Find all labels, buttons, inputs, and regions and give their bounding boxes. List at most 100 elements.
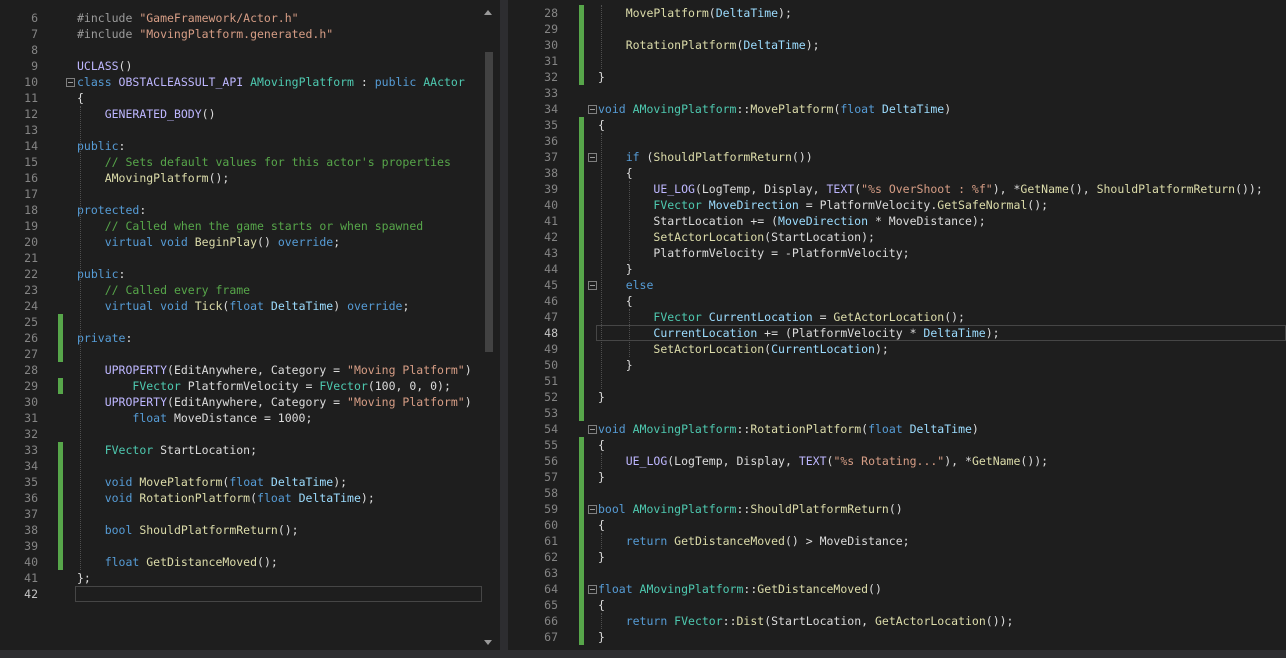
code-text[interactable]: class OBSTACLEASSULT_API AMovingPlatform… [77, 74, 465, 90]
code-text[interactable]: // Called when the game starts or when s… [77, 218, 424, 234]
code-line[interactable]: 11 { [0, 90, 482, 106]
code-line[interactable]: 7 #include "MovingPlatform.generated.h" [0, 26, 482, 42]
code-line[interactable]: 16 AMovingPlatform(); [0, 170, 482, 186]
code-line[interactable]: 22 public: [0, 266, 482, 282]
code-text[interactable]: // Called every frame [77, 282, 250, 298]
code-line[interactable]: 8 [0, 42, 482, 58]
code-line[interactable]: 42 [0, 586, 482, 602]
code-line[interactable]: 20 virtual void BeginPlay() override; [0, 234, 482, 250]
right-code-area[interactable]: 28 MovePlatform(DeltaTime); 29 30 Rotation… [508, 0, 1286, 650]
code-text[interactable]: MovePlatform(DeltaTime); [598, 5, 792, 21]
code-line[interactable]: 18 protected: [0, 202, 482, 218]
code-line[interactable]: 30 RotationPlatform(DeltaTime); [508, 37, 1286, 53]
code-line[interactable]: 65 { [508, 597, 1286, 613]
code-line[interactable]: 27 [0, 346, 482, 362]
code-line[interactable]: 19 // Called when the game starts or whe… [0, 218, 482, 234]
code-text[interactable]: void AMovingPlatform::MovePlatform(float… [598, 101, 951, 117]
code-text[interactable]: void MovePlatform(float DeltaTime); [77, 474, 347, 490]
code-line[interactable]: 37 if (ShouldPlatformReturn()) [508, 149, 1286, 165]
code-line[interactable]: 34 [0, 458, 482, 474]
code-line[interactable]: 55 { [508, 437, 1286, 453]
code-line[interactable]: 36 void RotationPlatform(float DeltaTime… [0, 490, 482, 506]
code-text[interactable]: PlatformVelocity = -PlatformVelocity; [598, 245, 909, 261]
code-line[interactable]: 42 SetActorLocation(StartLocation); [508, 229, 1286, 245]
code-line[interactable]: 62} [508, 549, 1286, 565]
code-line[interactable]: 34 void AMovingPlatform::MovePlatform(flo… [508, 101, 1286, 117]
code-line[interactable]: 38 bool ShouldPlatformReturn(); [0, 522, 482, 538]
code-line[interactable]: 57} [508, 469, 1286, 485]
code-line[interactable]: 40 FVector MoveDirection = PlatformVeloc… [508, 197, 1286, 213]
code-line[interactable]: 33 [508, 85, 1286, 101]
code-text[interactable]: UPROPERTY(EditAnywhere, Category = "Movi… [77, 362, 472, 378]
code-line[interactable]: 32 [0, 426, 482, 442]
code-line[interactable]: 59 bool AMovingPlatform::ShouldPlatformRe… [508, 501, 1286, 517]
code-line[interactable]: 43 PlatformVelocity = -PlatformVelocity; [508, 245, 1286, 261]
code-text[interactable]: { [598, 293, 633, 309]
code-line[interactable]: 64 float AMovingPlatform::GetDistanceMove… [508, 581, 1286, 597]
code-text[interactable]: void RotationPlatform(float DeltaTime); [77, 490, 375, 506]
code-line[interactable]: 26 private: [0, 330, 482, 346]
scroll-up-arrow-icon[interactable] [484, 10, 492, 15]
code-line[interactable]: 67} [508, 629, 1286, 645]
code-text[interactable]: FVector PlatformVelocity = FVector(100, … [77, 378, 451, 394]
fold-collapse-icon[interactable] [588, 505, 597, 514]
code-text[interactable]: // Sets default values for this actor's … [77, 154, 451, 170]
code-line[interactable]: 48 CurrentLocation += (PlatformVelocity … [508, 325, 1286, 341]
code-text[interactable]: { [598, 597, 605, 613]
code-line[interactable]: 49 SetActorLocation(CurrentLocation); [508, 341, 1286, 357]
code-line[interactable]: 44 } [508, 261, 1286, 277]
fold-collapse-icon[interactable] [66, 78, 75, 87]
code-line[interactable]: 9 UCLASS() [0, 58, 482, 74]
code-line[interactable]: 28 UPROPERTY(EditAnywhere, Category = "M… [0, 362, 482, 378]
code-text[interactable]: } [598, 469, 605, 485]
code-line[interactable]: 39 [0, 538, 482, 554]
code-text[interactable]: float AMovingPlatform::GetDistanceMoved(… [598, 581, 882, 597]
code-text[interactable]: FVector CurrentLocation = GetActorLocati… [598, 309, 965, 325]
code-text[interactable]: SetActorLocation(StartLocation); [598, 229, 875, 245]
code-text[interactable]: protected: [77, 202, 146, 218]
code-line[interactable]: 54 void AMovingPlatform::RotationPlatform… [508, 421, 1286, 437]
code-text[interactable]: RotationPlatform(DeltaTime); [598, 37, 820, 53]
code-text[interactable]: #include "GameFramework/Actor.h" [77, 10, 299, 26]
left-code-area[interactable]: 6 #include "GameFramework/Actor.h" 7 #inclu… [0, 0, 482, 650]
code-line[interactable]: 53 [508, 405, 1286, 421]
code-text[interactable]: virtual void Tick(float DeltaTime) overr… [77, 298, 410, 314]
code-line[interactable]: 31 [508, 53, 1286, 69]
code-line[interactable]: 31 float MoveDistance = 1000; [0, 410, 482, 426]
code-text[interactable]: FVector StartLocation; [77, 442, 257, 458]
code-text[interactable]: virtual void BeginPlay() override; [77, 234, 340, 250]
code-text[interactable]: #include "MovingPlatform.generated.h" [77, 26, 333, 42]
code-line[interactable]: 29 FVector PlatformVelocity = FVector(10… [0, 378, 482, 394]
code-line[interactable]: 35 { [508, 117, 1286, 133]
code-line[interactable]: 23 // Called every frame [0, 282, 482, 298]
code-line[interactable]: 15 // Sets default values for this actor… [0, 154, 482, 170]
code-line[interactable]: 30 UPROPERTY(EditAnywhere, Category = "M… [0, 394, 482, 410]
code-line[interactable]: 25 [0, 314, 482, 330]
code-text[interactable]: float MoveDistance = 1000; [77, 410, 312, 426]
code-line[interactable]: 39 UE_LOG(LogTemp, Display, TEXT("%s Ove… [508, 181, 1286, 197]
code-line[interactable]: 12 GENERATED_BODY() [0, 106, 482, 122]
code-line[interactable]: 45 else [508, 277, 1286, 293]
code-text[interactable]: AMovingPlatform(); [77, 170, 230, 186]
code-text[interactable]: { [598, 437, 605, 453]
code-line[interactable]: 29 [508, 21, 1286, 37]
code-text[interactable]: public: [77, 266, 125, 282]
code-text[interactable]: GENERATED_BODY() [77, 106, 216, 122]
code-text[interactable]: private: [77, 330, 132, 346]
fold-collapse-icon[interactable] [588, 105, 597, 114]
left-scroll-thumb[interactable] [485, 52, 493, 352]
code-line[interactable]: 50 } [508, 357, 1286, 373]
code-line[interactable]: 32} [508, 69, 1286, 85]
code-text[interactable]: UE_LOG(LogTemp, Display, TEXT("%s OverSh… [598, 181, 1262, 197]
code-text[interactable]: } [598, 629, 605, 645]
code-text[interactable]: } [598, 261, 633, 277]
code-line[interactable]: 33 FVector StartLocation; [0, 442, 482, 458]
code-text[interactable]: } [598, 357, 633, 373]
code-text[interactable]: UE_LOG(LogTemp, Display, TEXT("%s Rotati… [598, 453, 1048, 469]
code-line[interactable]: 41}; [0, 570, 482, 586]
code-text[interactable]: if (ShouldPlatformReturn()) [598, 149, 813, 165]
left-vertical-scrollbar[interactable] [482, 0, 496, 650]
right-editor-pane[interactable]: 28 MovePlatform(DeltaTime); 29 30 Rotation… [508, 0, 1286, 650]
code-line[interactable]: 41 StartLocation += (MoveDirection * Mov… [508, 213, 1286, 229]
code-line[interactable]: 56 UE_LOG(LogTemp, Display, TEXT("%s Rot… [508, 453, 1286, 469]
